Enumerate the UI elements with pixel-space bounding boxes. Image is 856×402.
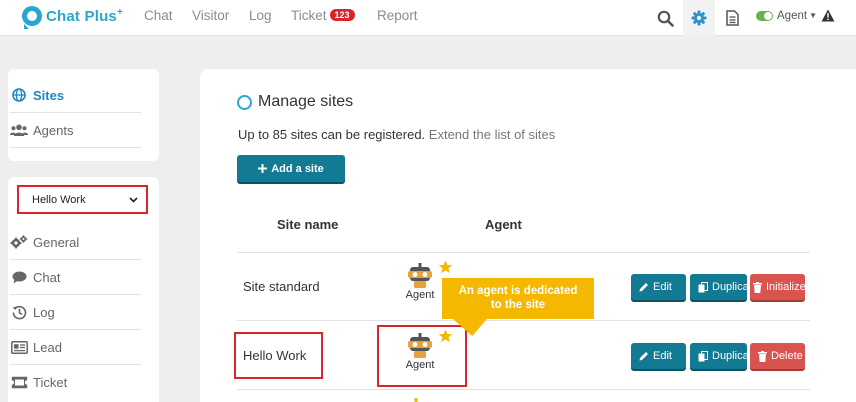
copy-icon [698, 281, 708, 292]
initialize-button[interactable]: Initialize [750, 274, 805, 300]
site-select[interactable]: Hello Work [17, 185, 148, 214]
add-site-button[interactable]: Add a site [237, 155, 345, 182]
copy-icon [698, 350, 708, 361]
trash-icon [753, 281, 762, 293]
pencil-icon [639, 283, 648, 292]
plus-icon [258, 164, 268, 173]
gears-icon [10, 235, 28, 249]
chevron-down-icon [129, 196, 138, 203]
card-icon [10, 340, 28, 354]
sidebar-item-log[interactable]: Log [10, 295, 141, 330]
edit-button[interactable]: Edit [631, 343, 686, 369]
chatplus-logo[interactable]: Chat Plus+ [22, 6, 124, 29]
agent-status-label: Agent [777, 9, 808, 22]
comment-icon [12, 271, 26, 283]
sidebar-item-ticket[interactable]: Ticket [10, 365, 141, 400]
column-header-agent: Agent [485, 217, 522, 232]
column-header-site-name: Site name [277, 217, 339, 232]
logo-text: Chat Plus+ [46, 7, 124, 25]
duplicate-button[interactable]: Duplicate [690, 343, 747, 369]
highlight-agent [377, 325, 467, 387]
warning-icon[interactable] [821, 9, 835, 22]
extend-sites-link[interactable]: Extend the list of sites [429, 127, 555, 142]
delete-button[interactable]: Delete [750, 343, 805, 369]
page-title: Manage sites [237, 93, 353, 111]
users-icon [10, 124, 28, 136]
gear-icon [691, 10, 707, 26]
edit-button[interactable]: Edit [631, 274, 686, 300]
nav-log[interactable]: Log [249, 8, 272, 23]
search-icon [657, 10, 674, 27]
history-icon [12, 305, 26, 319]
sidebar-item-label: Lead [33, 339, 62, 355]
sidebar-item-agents[interactable]: Agents [10, 113, 141, 148]
trash-icon [758, 350, 767, 362]
star-icon[interactable] [438, 260, 453, 274]
sidebar-item-label: Sites [33, 87, 65, 103]
globe-icon [12, 88, 26, 102]
nav-ticket[interactable]: Ticket 123 [291, 8, 355, 23]
highlight-site-name [234, 332, 323, 379]
pencil-icon [639, 352, 648, 361]
table-divider [237, 320, 810, 321]
search-button[interactable] [650, 0, 680, 36]
nav-report[interactable]: Report [377, 8, 418, 23]
duplicate-button[interactable]: Duplicate [690, 274, 747, 300]
robot-antenna-partial-icon [414, 398, 418, 402]
caret-down-icon: ▼ [809, 11, 817, 20]
agent-status-menu[interactable]: Agent ▼ [756, 9, 835, 22]
sidebar-item-label: Chat [33, 269, 61, 285]
ticket-icon [11, 376, 27, 389]
document-button[interactable] [720, 0, 744, 36]
table-divider [237, 252, 810, 253]
nav-visitor[interactable]: Visitor [192, 8, 229, 23]
callout-pointer [451, 318, 495, 336]
sidebar-item-label: Ticket [33, 375, 68, 390]
annotation-callout: An agent is dedicated to the site [442, 278, 594, 319]
status-toggle[interactable] [756, 10, 773, 21]
site-select-value: Hello Work [32, 193, 86, 206]
sidebar-item-label: Agents [33, 122, 74, 138]
circle-icon [237, 94, 252, 110]
chat-bubble-logo-icon [22, 6, 42, 29]
sidebar-item-label: Log [33, 304, 55, 320]
sidebar-item-lead[interactable]: Lead [10, 330, 141, 365]
sidebar-item-chat[interactable]: Chat [10, 260, 141, 295]
ticket-count-badge: 123 [329, 9, 355, 21]
sidebar-item-label: General [33, 234, 80, 250]
nav-chat[interactable]: Chat [144, 8, 173, 23]
table-divider [237, 389, 810, 390]
top-navbar: Chat Plus+ Chat Visitor Log Ticket 123 Re… [0, 0, 856, 36]
agent-cell[interactable]: Agent [400, 263, 440, 301]
site-name-cell: Site standard [243, 279, 320, 294]
robot-agent-icon [408, 263, 432, 288]
agent-label: Agent [405, 289, 435, 301]
document-icon [725, 10, 739, 26]
settings-button[interactable] [683, 0, 715, 36]
sidebar-item-sites[interactable]: Sites [10, 78, 141, 113]
site-limit-text: Up to 85 sites can be registered. Extend… [238, 127, 556, 142]
sidebar-item-general[interactable]: General [10, 225, 141, 260]
